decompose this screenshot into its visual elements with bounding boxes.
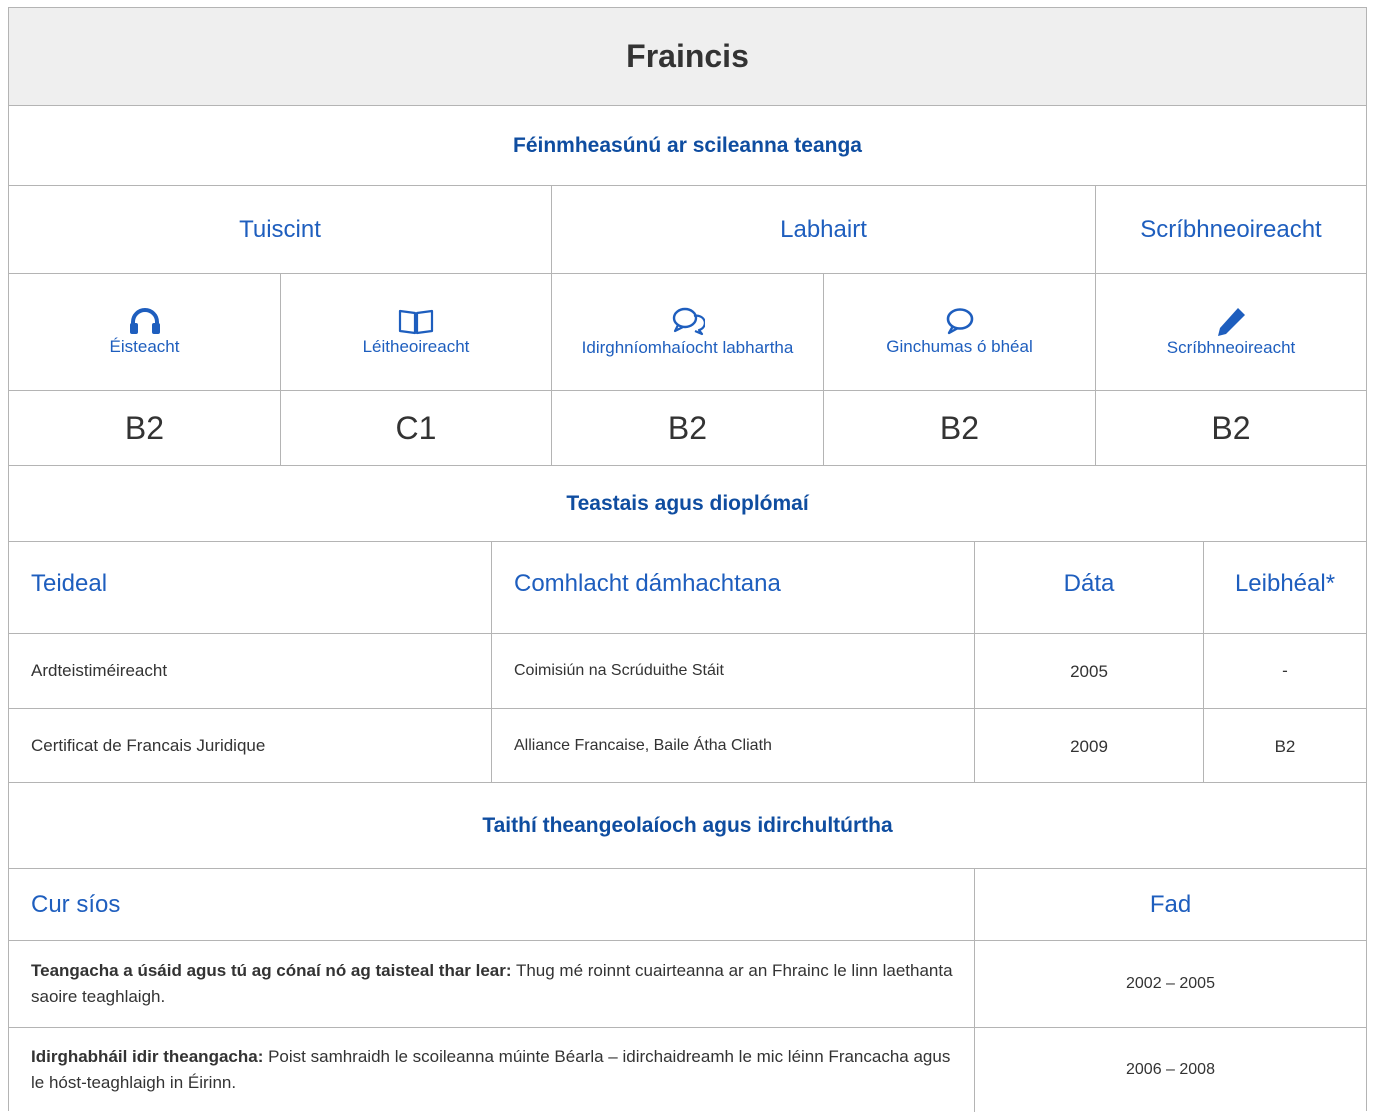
column-description: Cur síos	[9, 869, 975, 940]
column-date: Dáta	[975, 542, 1204, 633]
skill-spoken-production: Ginchumas ó bhéal	[824, 274, 1096, 390]
table-row: Certificat de Francais Juridique Allianc…	[9, 709, 1366, 783]
group-scribhneoireacht: Scríbhneoireacht	[1140, 215, 1322, 243]
pencil-icon	[1218, 308, 1245, 336]
title-row: Fraincis	[9, 8, 1366, 106]
skill-groups-row: Tuiscint Labhairt Scríbhneoireacht	[9, 186, 1366, 274]
column-awarding-body: Comhlacht dámhachtana	[492, 542, 975, 633]
certificate-title: Certificat de Francais Juridique	[9, 709, 492, 782]
skills-row: Éisteacht Léitheoireacht Idirghníomhaíoc…	[9, 274, 1366, 391]
table-row: Teangacha a úsáid agus tú ag cónaí nó ag…	[9, 941, 1366, 1028]
experience-description: Teangacha a úsáid agus tú ag cónaí nó ag…	[9, 941, 975, 1027]
column-level: Leibhéal*	[1234, 570, 1336, 597]
skill-label: Scríbhneoireacht	[1166, 338, 1296, 357]
experience-duration: 2006 – 2008	[1126, 1061, 1215, 1078]
certificate-awarding-body: Alliance Francaise, Baile Átha Cliath	[492, 709, 975, 782]
experience-header-row: Taithí theangeolaíoch agus idirchultúrth…	[9, 783, 1366, 869]
experience-duration: 2002 – 2005	[1126, 975, 1215, 992]
skill-label: Éisteacht	[109, 337, 180, 356]
levels-row: B2 C1 B2 B2 B2	[9, 391, 1366, 466]
experience-heading: Taithí theangeolaíoch agus idirchultúrth…	[482, 813, 893, 837]
skill-label: Ginchumas ó bhéal	[886, 337, 1033, 356]
certificate-level: -	[1282, 661, 1288, 680]
chat-bubbles-icon	[672, 307, 705, 336]
headphones-icon	[129, 308, 160, 334]
level-spoken-interaction: B2	[552, 391, 824, 465]
certificate-title: Ardteistiméireacht	[9, 634, 492, 708]
level-writing: B2	[1211, 409, 1251, 446]
certificates-columns-row: Teideal Comhlacht dámhachtana Dáta Leibh…	[9, 542, 1366, 634]
speech-bubble-icon	[946, 308, 973, 335]
certificate-awarding-body: Coimisiún na Scrúduithe Stáit	[492, 634, 975, 708]
level-listening: B2	[9, 391, 281, 465]
certificate-date: 2005	[975, 634, 1204, 708]
certificate-level: B2	[1274, 737, 1296, 756]
language-profile-table: Fraincis Féinmheasúnú ar scileanna teang…	[8, 7, 1367, 1112]
skill-label: Idirghníomhaíocht labhartha	[581, 338, 794, 357]
experience-description: Idirghabháil idir theangacha: Poist samh…	[9, 1028, 975, 1112]
level-spoken-production: B2	[824, 391, 1096, 465]
self-assessment-heading: Féinmheasúnú ar scileanna teanga	[513, 133, 862, 157]
certificate-date: 2009	[975, 709, 1204, 782]
experience-label: Idirghabháil idir theangacha:	[31, 1047, 264, 1066]
group-tuiscint: Tuiscint	[9, 186, 552, 273]
column-duration: Fad	[1149, 890, 1192, 918]
column-title: Teideal	[9, 542, 492, 633]
level-reading: C1	[281, 391, 552, 465]
table-row: Idirghabháil idir theangacha: Poist samh…	[9, 1028, 1366, 1112]
group-labhairt: Labhairt	[552, 186, 1096, 273]
skill-spoken-interaction: Idirghníomhaíocht labhartha	[552, 274, 824, 390]
certificates-heading: Teastais agus dioplómaí	[566, 491, 809, 515]
skill-listening: Éisteacht	[9, 274, 281, 390]
book-icon	[398, 309, 434, 335]
skill-reading: Léitheoireacht	[281, 274, 552, 390]
experience-label: Teangacha a úsáid agus tú ag cónaí nó ag…	[31, 961, 512, 980]
skill-writing: Scríbhneoireacht	[1096, 274, 1366, 390]
certificates-header-row: Teastais agus dioplómaí	[9, 466, 1366, 542]
experience-columns-row: Cur síos Fad	[9, 869, 1366, 941]
self-assessment-header-row: Féinmheasúnú ar scileanna teanga	[9, 106, 1366, 186]
skill-label: Léitheoireacht	[362, 337, 470, 356]
table-row: Ardteistiméireacht Coimisiún na Scrúduit…	[9, 634, 1366, 709]
page-title: Fraincis	[626, 38, 749, 74]
